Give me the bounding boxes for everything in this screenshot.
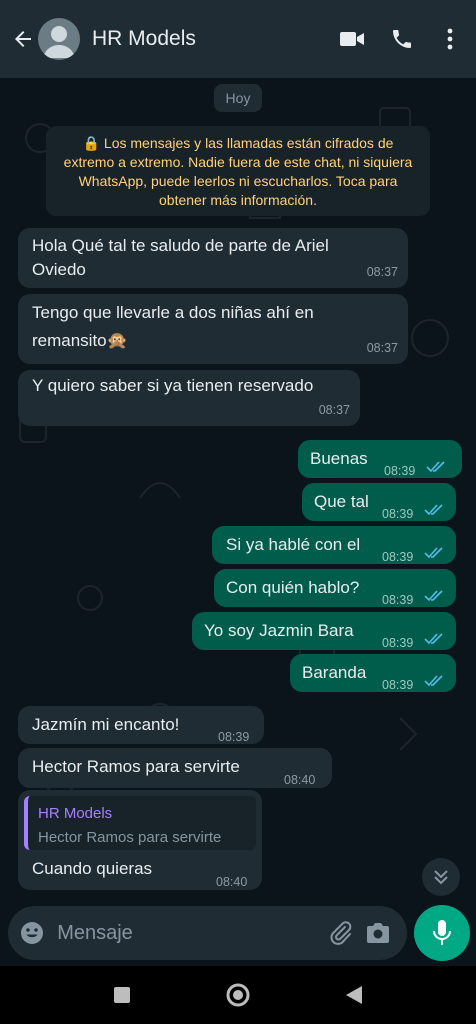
quoted-author: HR Models	[38, 805, 113, 822]
microphone-icon	[433, 920, 451, 945]
voice-message-button[interactable]	[414, 905, 470, 961]
back-nav-button[interactable]	[324, 970, 384, 1020]
camera-button[interactable]	[360, 911, 397, 955]
arrow-left-icon	[15, 31, 31, 47]
read-ticks-icon	[424, 547, 443, 559]
message-text: Y quiero saber si ya tienen reservado	[32, 376, 314, 395]
message-time: 08:37	[318, 403, 350, 417]
message-in[interactable]: Y quiero saber si ya tienen reservado 08…	[18, 370, 360, 426]
message-time: 08:40	[216, 875, 248, 889]
square-icon	[114, 987, 130, 1003]
message-time: 08:39	[382, 550, 414, 564]
recents-button[interactable]	[92, 970, 152, 1020]
message-out[interactable]: Con quién hablo? 08:39	[214, 569, 456, 607]
app-bar: HR Models	[0, 0, 476, 78]
message-time: 08:40	[284, 773, 316, 787]
message-out[interactable]: Si ya hablé con el 08:39	[212, 526, 456, 564]
message-text: Jazmín mi encanto!	[32, 715, 180, 734]
double-chevron-down-icon	[434, 870, 448, 885]
encryption-notice[interactable]: 🔒 Los mensajes y las llamadas están cifr…	[46, 126, 430, 216]
more-vertical-icon	[447, 28, 453, 50]
message-text-line: Oviedo	[32, 260, 86, 279]
message-in[interactable]: Jazmín mi encanto! 08:39	[18, 706, 264, 744]
circle-icon	[226, 983, 250, 1007]
triangle-back-icon	[346, 986, 362, 1004]
back-button[interactable]	[6, 19, 40, 59]
read-ticks-icon	[424, 590, 443, 602]
chat-title[interactable]: HR Models	[92, 27, 332, 51]
message-in[interactable]: Hector Ramos para servirte 08:40	[18, 748, 332, 788]
message-in-with-reply[interactable]: HR Models Hector Ramos para servirte Cua…	[18, 790, 262, 890]
message-out[interactable]: Que tal 08:39	[302, 483, 456, 521]
message-out[interactable]: Buenas 08:39	[298, 440, 462, 478]
home-button[interactable]	[208, 970, 268, 1020]
message-text-line: Hola Qué tal te saludo de parte de Ariel	[32, 236, 329, 255]
message-time: 08:39	[218, 730, 250, 744]
paperclip-icon	[330, 921, 352, 945]
quoted-text: Hector Ramos para servirte	[38, 829, 222, 846]
attach-button[interactable]	[322, 911, 359, 955]
message-time: 08:39	[382, 593, 414, 607]
message-time: 08:39	[384, 464, 416, 478]
read-ticks-icon	[424, 675, 443, 687]
phone-icon	[393, 30, 411, 48]
message-text-line: remansito🙊	[32, 331, 128, 350]
read-ticks-icon	[424, 504, 443, 516]
read-ticks-icon	[424, 633, 443, 645]
message-text: Baranda	[302, 663, 367, 682]
emoji-button[interactable]	[12, 911, 51, 955]
message-in[interactable]: Hola Qué tal te saludo de parte de Ariel…	[18, 228, 408, 288]
video-call-button[interactable]	[332, 19, 372, 59]
message-text: Con quién hablo?	[226, 578, 360, 597]
message-in[interactable]: Tengo que llevarle a dos niñas ahí en re…	[18, 294, 408, 364]
camera-icon	[367, 923, 390, 943]
chat-area[interactable]: Hoy 🔒 Los mensajes y las llamadas están …	[0, 78, 476, 910]
quoted-reply[interactable]: HR Models Hector Ramos para servirte	[24, 796, 256, 850]
message-time: 08:39	[382, 636, 414, 650]
message-time: 08:39	[382, 507, 414, 521]
message-input[interactable]	[51, 921, 323, 945]
date-chip: Hoy	[214, 84, 262, 112]
message-text: Yo soy Jazmin Bara	[204, 621, 354, 640]
message-text-line: Tengo que llevarle a dos niñas ahí en	[32, 303, 314, 322]
system-navigation-bar	[0, 966, 476, 1024]
emoji-icon	[20, 922, 43, 944]
message-text: Cuando quieras	[32, 859, 153, 878]
message-text: Si ya hablé con el	[226, 535, 361, 554]
scroll-to-bottom-button[interactable]	[422, 858, 460, 896]
message-out[interactable]: Yo soy Jazmin Bara 08:39	[192, 612, 456, 650]
message-text: Hector Ramos para servirte	[32, 757, 240, 776]
message-composer	[8, 906, 407, 960]
more-options-button[interactable]	[430, 19, 470, 59]
video-camera-icon	[340, 32, 364, 46]
default-avatar-icon	[43, 26, 75, 58]
avatar[interactable]	[38, 18, 80, 60]
message-time: 08:37	[366, 341, 398, 355]
message-time: 08:37	[366, 265, 398, 279]
message-text: Buenas	[310, 449, 368, 468]
message-text: Que tal	[314, 492, 369, 511]
message-time: 08:39	[382, 678, 414, 692]
message-out[interactable]: Baranda 08:39	[290, 654, 456, 692]
read-ticks-icon	[426, 461, 445, 473]
voice-call-button[interactable]	[382, 19, 422, 59]
